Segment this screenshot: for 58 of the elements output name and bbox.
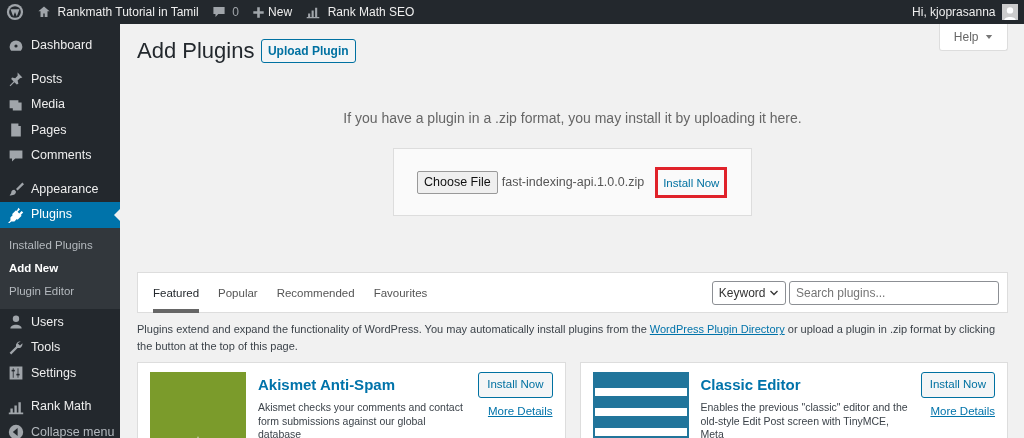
sidebar-item[interactable]: Appearance [0,176,120,202]
new-link[interactable]: New [268,3,293,21]
gauge-icon [8,37,24,54]
account-greeting[interactable]: Hi, kjoprasanna [912,3,996,21]
sidebar-item[interactable]: Settings [0,360,120,386]
wordpress-logo-icon[interactable] [6,3,24,21]
filter-tab[interactable]: Recommended [276,272,355,313]
upload-instructions: If you have a plugin in a .zip format, you may install it by uploading it here. [342,109,803,129]
sidebar-item[interactable]: Posts [0,66,120,92]
install-now-button[interactable]: Install Now [478,372,553,398]
plugin-directory-link[interactable]: WordPress Plugin Directory [649,323,785,336]
sidebar-item[interactable]: Pages [0,117,120,143]
plugin-name-link[interactable]: Akismet Anti-Spam [258,374,467,397]
install-now-button[interactable]: Install Now [663,174,720,192]
caret-icon [985,33,993,41]
sidebar-item[interactable]: Media [0,92,120,118]
bar-chart-icon [305,5,322,19]
page-title: Add Plugins [137,38,255,65]
file-name: fast-indexing-api.1.0.0.zip [501,174,645,191]
submenu-item[interactable]: Plugin Editor [0,280,120,304]
sidebar-item[interactable]: Collapse menu [0,419,120,438]
submenu-item[interactable]: Add New [0,256,120,280]
speech-bubble-icon [8,147,24,164]
description-text: Plugins extend and expand the functionality of WordPress. You may automatically install plugins from the WordPress Plugin Directory or upload a plugin in .zip format by clicking the button at the top of this page. [137,322,997,354]
sidebar-item[interactable]: Tools [0,334,120,361]
filter-tab[interactable]: Popular [218,272,258,313]
plus-icon [251,5,265,19]
search-field[interactable]: Search plugins... [789,280,999,305]
more-details-link[interactable]: More Details [487,402,553,420]
more-details-link[interactable]: More Details [930,402,995,420]
sidebar-item[interactable]: Users [0,309,120,335]
home-icon [37,5,51,19]
sidebar-item[interactable]: Dashboard [0,33,120,59]
filter-tab[interactable]: Favourites [373,272,428,313]
sidebar-item[interactable]: Plugins [0,202,120,228]
help-tab[interactable]: Help [938,24,1008,51]
site-name-link[interactable]: Rankmath Tutorial in Tamil [57,3,199,21]
sidebar-item[interactable]: Rank Math [0,393,120,420]
pin-icon [8,71,24,88]
plugin-description: Akismet checks your comments and contact form submissions against our global database [258,400,464,438]
comment-icon[interactable] [211,5,226,19]
paintbrush-icon [8,181,24,198]
wrench-icon [8,339,24,356]
sliders-icon [8,365,24,381]
plugin-description: Enables the previous "classic" editor and the old-style Edit Post screen with TinyMCE, Meta [700,400,909,438]
search-type-select[interactable]: Keyword [711,280,786,305]
install-now-button[interactable]: Install Now [920,372,995,398]
sidebar-item[interactable]: Comments [0,143,120,169]
plug-icon [8,206,24,223]
upload-plugin-button[interactable]: Upload Plugin [260,39,356,64]
page-icon [8,122,24,139]
person-icon [8,314,24,330]
choose-file-button[interactable]: Choose File [417,171,498,194]
plugin-name-link[interactable]: Classic Editor [700,374,909,397]
submenu-item[interactable]: Installed Plugins [0,233,120,257]
filter-tab[interactable]: Featured [153,272,200,313]
seo-menu-link[interactable]: Rank Math SEO [327,3,415,21]
comment-count[interactable]: 0 [232,3,239,21]
